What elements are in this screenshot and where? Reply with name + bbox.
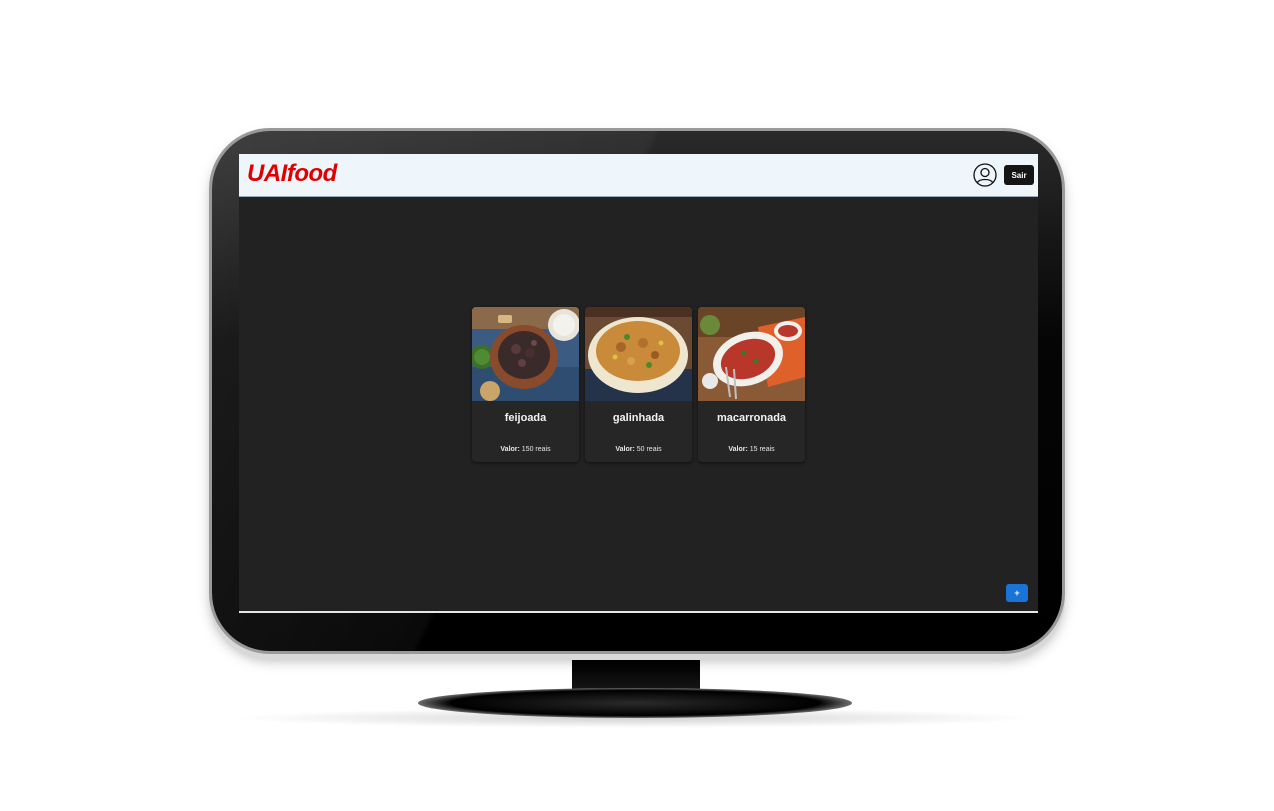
app-header: UAIfood Sair (239, 154, 1038, 197)
dish-name: galinhada (612, 412, 665, 424)
dish-price: Valor: 150 reais (472, 446, 579, 453)
macarronada-photo (698, 307, 805, 401)
price-label: Valor: (615, 446, 635, 453)
dish-card-feijoada[interactable]: feijoada Valor: 150 reais (472, 307, 579, 462)
price-label: Valor: (728, 446, 748, 453)
logout-button[interactable]: Sair (1004, 165, 1034, 185)
add-dish-button[interactable]: + (1006, 584, 1028, 602)
dish-name: feijoada (504, 412, 547, 424)
feijoada-photo (472, 307, 579, 401)
price-value: 15 reais (749, 446, 775, 453)
galinhada-photo (585, 307, 692, 401)
app-logo[interactable]: UAIfood (247, 160, 337, 188)
app-screen: UAIfood Sair feijoada Valor: 150 reais g… (239, 154, 1038, 613)
dish-card-galinhada[interactable]: galinhada Valor: 50 reais (585, 307, 692, 462)
price-value: 150 reais (521, 446, 551, 453)
monitor-mockup: UAIfood Sair feijoada Valor: 150 reais g… (0, 0, 1274, 811)
dish-card-macarronada[interactable]: macarronada Valor: 15 reais (698, 307, 805, 462)
dish-list: feijoada Valor: 150 reais galinhada Valo… (472, 307, 805, 462)
dish-name: macarronada (716, 412, 787, 424)
monitor-base (418, 688, 852, 718)
price-label: Valor: (500, 446, 520, 453)
dish-price: Valor: 15 reais (698, 446, 805, 453)
dish-price: Valor: 50 reais (585, 446, 692, 453)
price-value: 50 reais (636, 446, 662, 453)
user-circle-icon[interactable] (973, 163, 997, 187)
